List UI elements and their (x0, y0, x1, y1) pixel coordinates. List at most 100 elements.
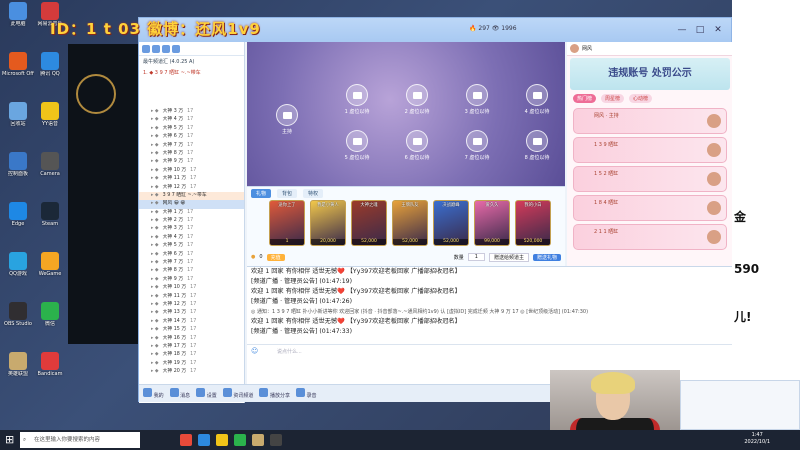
gift-item[interactable]: 送你上了 1 (269, 200, 305, 246)
start-button[interactable] (0, 430, 20, 450)
send-gift-button[interactable]: 赠送礼物 (532, 253, 561, 261)
clock[interactable]: 1:47 2022/10/1 (744, 432, 770, 446)
mic-seat[interactable]: 主持 (257, 104, 317, 135)
app-icon[interactable] (252, 434, 264, 446)
toolbar-item[interactable]: 播放分享 (259, 388, 290, 399)
app-icon[interactable] (198, 434, 210, 446)
taskbar-search[interactable]: 在这里输入你要搜索的内容 (20, 432, 140, 448)
tree-row[interactable]: ▸ ◆ 大神 13 万 17 (139, 309, 244, 317)
tree-row[interactable]: ▸ ◆ 大神 4 万 17 (139, 116, 244, 124)
gift-tab[interactable]: 背包 (277, 189, 298, 198)
tree-row[interactable]: ▸ ◆ 大神 6 万 17 (139, 251, 244, 259)
rank-card[interactable]: 1 3 9 晒缸 (573, 137, 727, 163)
channel-sub[interactable]: 1. ◆ 3 9 7 晒缸 ~.~带车 (139, 67, 244, 78)
rank-tab[interactable]: 心动榜 (629, 94, 653, 103)
tree-row[interactable]: ▸ ◆ 大神 14 万 17 (139, 318, 244, 326)
tree-row[interactable]: ▸ ◆ 大神 8 万 17 (139, 150, 244, 158)
tree-row[interactable]: ▸ ◆ 大神 6 万 17 (139, 133, 244, 141)
desktop-icon[interactable]: Steam (34, 202, 66, 227)
sort-icon[interactable] (172, 45, 180, 53)
tree-row[interactable]: ▸ ◆ 大神 5 万 17 (139, 125, 244, 133)
tree-row[interactable]: ▸ ◆ 大神 18 万 17 (139, 351, 244, 359)
desktop-icon[interactable]: YY语音 (34, 102, 66, 127)
toolbar-item[interactable]: 设置 (196, 388, 217, 399)
close-button[interactable]: ✕ (711, 23, 725, 37)
gift-tab[interactable]: 礼物 (251, 189, 272, 198)
desktop-icon[interactable]: 英雄联盟 (2, 352, 34, 377)
tree-row[interactable]: ▸ ◆ 大神 3 万 17 (139, 225, 244, 233)
rank-card[interactable]: 1 5 2 晒缸 (573, 166, 727, 192)
desktop-icon[interactable]: Edge (2, 202, 34, 227)
desktop-icon[interactable]: 腾讯 QQ (34, 52, 66, 77)
gift-tab[interactable]: 特权 (303, 189, 324, 198)
maximize-button[interactable]: □ (693, 23, 707, 37)
desktop-icon[interactable]: Bandicam (34, 352, 66, 377)
rank-card[interactable]: 网风 · 主持 (573, 108, 727, 134)
desktop-icon[interactable]: Microsoft Office (2, 52, 34, 77)
popup-window[interactable] (680, 380, 800, 430)
target-select[interactable]: 赠送给频道主 (488, 252, 529, 262)
quantity-select[interactable]: 1 (467, 253, 485, 261)
app-icon[interactable] (216, 434, 228, 446)
toolbar-item[interactable]: 我的 (143, 388, 164, 399)
mic-seat[interactable]: 7 虚位以待 (447, 130, 507, 161)
desktop-icon[interactable]: OBS Studio (2, 302, 34, 327)
notice-banner[interactable]: 违规账号 处罚公示 (570, 58, 730, 90)
minimize-button[interactable]: — (675, 23, 689, 37)
tree-row[interactable]: ▸ ◆ 大神 8 万 17 (139, 267, 244, 275)
mic-seat[interactable]: 5 虚位以待 (327, 130, 387, 161)
tree-row[interactable]: ▸ ◆ 大神 15 万 17 (139, 326, 244, 334)
tree-row[interactable]: ▸ ◆ 大神 17 万 17 (139, 343, 244, 351)
desktop-icon[interactable]: 控制面板 (2, 152, 34, 177)
tree-row[interactable]: ▸ ◆ 大神 11 万 17 (139, 293, 244, 301)
avatar[interactable] (570, 44, 579, 53)
tree-row[interactable]: ▸ ◆ 大神 7 万 17 (139, 259, 244, 267)
toolbar-item[interactable]: 资讯频道 (222, 388, 253, 399)
gift-item[interactable]: 爱久久 99,000 (474, 200, 510, 246)
gift-item[interactable]: 我的小白 520,000 (515, 200, 551, 246)
tree-row[interactable]: ▸ ◆ 大神 10 万 17 (139, 284, 244, 292)
rank-card[interactable]: 2 1 1 晒缸 (573, 224, 727, 250)
desktop-icon[interactable]: 此电脑 (2, 2, 34, 27)
rank-tab[interactable]: 周星榜 (601, 94, 625, 103)
tree-row[interactable]: ▸ ◆ 大神 5 万 17 (139, 242, 244, 250)
tree-row[interactable]: ▸ ◆ 大神 1 万 17 (139, 209, 244, 217)
mic-seat[interactable]: 3 虚位以待 (447, 84, 507, 115)
chat-input[interactable]: 说点什么... (277, 348, 302, 355)
app-icon[interactable] (180, 434, 192, 446)
mic-seat[interactable]: 2 虚位以待 (387, 84, 447, 115)
tree-row[interactable]: ▸ ◆ 3 9 7 晒缸 ~.~带车 (139, 191, 244, 201)
tree-row[interactable]: ▸ ◆ 大神 19 万 17 (139, 360, 244, 368)
mic-seat[interactable]: 8 虚位以待 (507, 130, 565, 161)
gift-item[interactable]: 决战巅峰 52,000 (433, 200, 469, 246)
recharge-button[interactable]: 充值 (266, 253, 285, 261)
search-icon[interactable] (142, 45, 150, 53)
desktop-icon[interactable]: Camera (34, 152, 66, 177)
rank-tab[interactable]: 热门榜 (573, 94, 597, 103)
tree-row[interactable]: ▸ ◆ 网风 😀 😁 (139, 200, 244, 209)
toolbar-item[interactable]: 消息 (169, 388, 190, 399)
gift-item[interactable]: 我是小黄人 20,000 (310, 200, 346, 246)
tree-row[interactable]: ▸ ◆ 大神 16 万 17 (139, 335, 244, 343)
add-icon[interactable] (152, 45, 160, 53)
channel-name[interactable]: 最牛频道汇 (4.0.25 A) (139, 56, 244, 67)
mic-seat[interactable]: 1 虚位以待 (327, 84, 387, 115)
emoji-icon[interactable]: ☺ (251, 347, 258, 355)
desktop-icon[interactable]: QQ游戏 (2, 252, 34, 277)
gift-item[interactable]: 大神之魂 52,000 (351, 200, 387, 246)
gift-item[interactable]: 王牌队友 52,000 (392, 200, 428, 246)
tree-row[interactable]: ▸ ◆ 大神 3 万 17 (139, 108, 244, 116)
tree-row[interactable]: ▸ ◆ 大神 2 万 17 (139, 217, 244, 225)
mic-seat[interactable]: 4 虚位以待 (507, 84, 565, 115)
tree-row[interactable]: ▸ ◆ 大神 12 万 17 (139, 301, 244, 309)
tree-row[interactable]: ▸ ◆ 大神 7 万 17 (139, 142, 244, 150)
settings-icon[interactable] (162, 45, 170, 53)
mic-seat[interactable]: 6 虚位以待 (387, 130, 447, 161)
tree-row[interactable]: ▸ ◆ 大神 9 万 17 (139, 158, 244, 166)
game-client-window[interactable] (68, 44, 148, 344)
tree-row[interactable]: ▸ ◆ 大神 12 万 17 (139, 184, 244, 192)
rank-card[interactable]: 1 8 4 晒缸 (573, 195, 727, 221)
tree-row[interactable]: ▸ ◆ 大神 20 万 17 (139, 368, 244, 376)
tree-row[interactable]: ▸ ◆ 大神 4 万 17 (139, 234, 244, 242)
tree-row[interactable]: ▸ ◆ 大神 10 万 17 (139, 167, 244, 175)
